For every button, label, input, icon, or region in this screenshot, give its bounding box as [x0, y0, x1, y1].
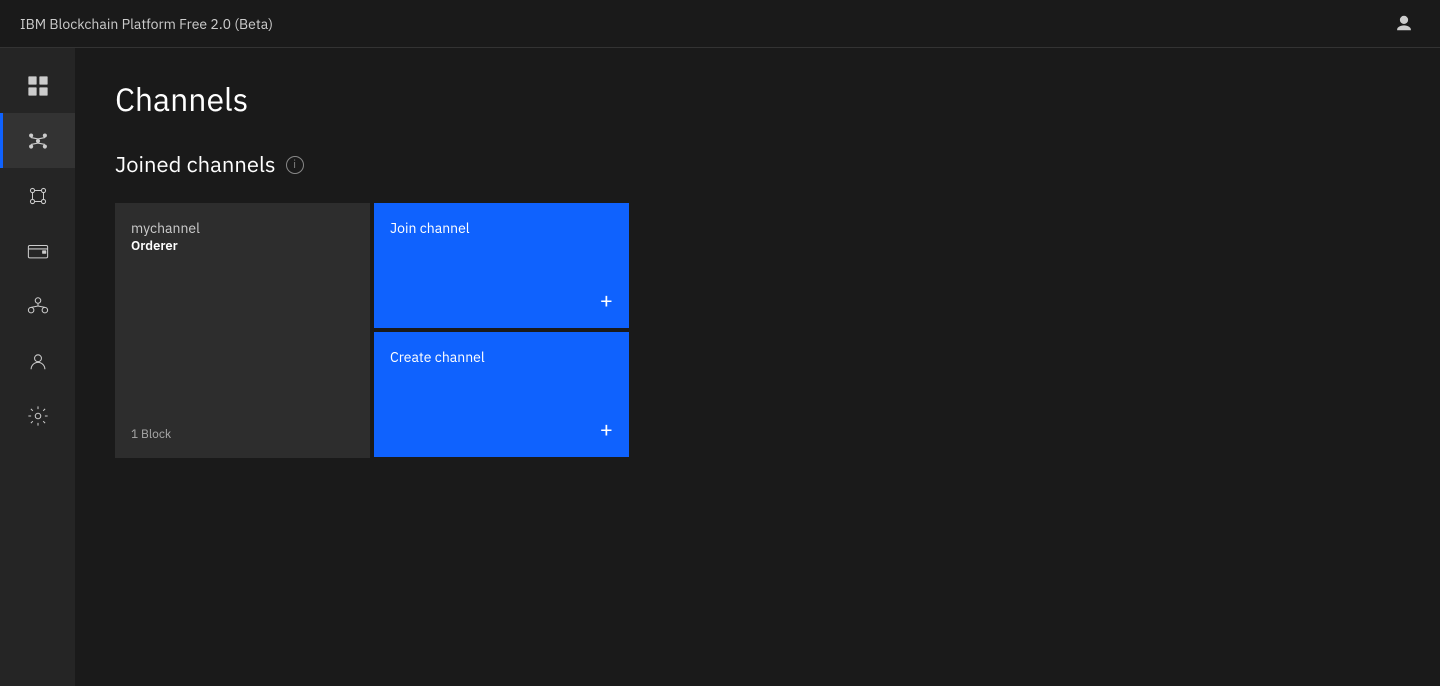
channel-block-count: 1 Block: [131, 427, 354, 442]
join-channel-card[interactable]: Join channel +: [374, 203, 629, 328]
join-channel-plus-icon: +: [600, 290, 613, 312]
sidebar: [0, 48, 75, 686]
sidebar-item-organizations[interactable]: [0, 278, 75, 333]
channel-orderer: Orderer: [131, 237, 354, 254]
join-channel-label: Join channel: [390, 219, 613, 237]
channel-name: mychannel: [131, 219, 354, 237]
topbar: IBM Blockchain Platform Free 2.0 (Beta): [0, 0, 1440, 48]
sidebar-item-dashboard[interactable]: [0, 58, 75, 113]
page-title: Channels: [115, 78, 1400, 120]
sidebar-item-nodes[interactable]: [0, 168, 75, 223]
sidebar-item-identity[interactable]: [0, 333, 75, 388]
main-layout: Channels Joined channels i mychannel Ord…: [0, 48, 1440, 686]
user-icon-button[interactable]: [1388, 8, 1420, 40]
sidebar-item-settings[interactable]: [0, 388, 75, 443]
content-area: Channels Joined channels i mychannel Ord…: [75, 48, 1440, 686]
channel-card-mychannel[interactable]: mychannel Orderer 1 Block: [115, 203, 370, 458]
action-cards-column: Join channel + Create channel +: [374, 203, 629, 458]
info-icon[interactable]: i: [286, 156, 304, 174]
sidebar-item-wallet[interactable]: [0, 223, 75, 278]
cards-grid: mychannel Orderer 1 Block Join channel +…: [115, 203, 1400, 458]
create-channel-label: Create channel: [390, 348, 613, 366]
section-title: Joined channels: [115, 150, 276, 179]
sidebar-item-channels[interactable]: [0, 113, 75, 168]
create-channel-card[interactable]: Create channel +: [374, 332, 629, 457]
section-header: Joined channels i: [115, 150, 1400, 179]
app-title: IBM Blockchain Platform Free 2.0 (Beta): [20, 15, 273, 33]
create-channel-plus-icon: +: [600, 419, 613, 441]
